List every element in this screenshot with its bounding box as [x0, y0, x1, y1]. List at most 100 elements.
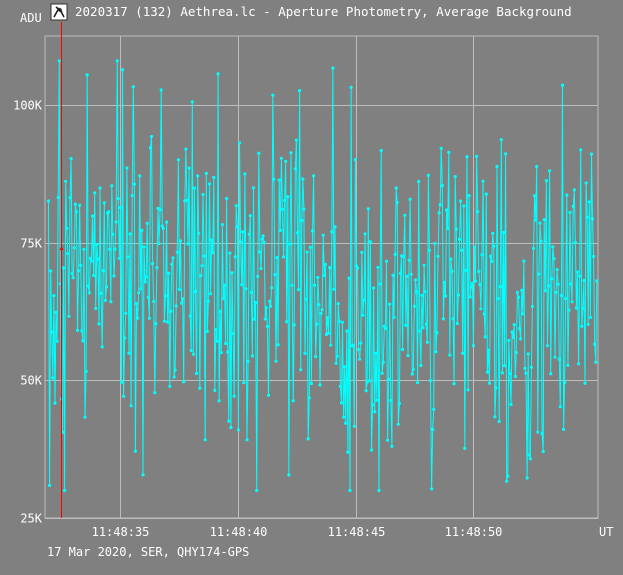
data-point — [141, 473, 145, 477]
data-point — [440, 184, 444, 188]
data-point — [73, 202, 77, 206]
data-point — [294, 138, 298, 142]
data-point — [222, 283, 227, 287]
data-point — [374, 351, 378, 355]
data-point — [448, 353, 452, 357]
data-point — [332, 287, 336, 291]
data-point — [562, 427, 566, 431]
data-point — [281, 255, 286, 259]
data-point — [548, 169, 552, 173]
data-point — [259, 266, 263, 271]
data-point — [225, 196, 229, 201]
data-point — [80, 329, 84, 333]
data-point — [244, 287, 248, 291]
data-point — [55, 339, 59, 343]
data-point — [501, 230, 506, 235]
data-point — [288, 242, 292, 246]
data-point — [462, 204, 466, 208]
data-point — [579, 148, 583, 152]
data-point — [573, 241, 578, 245]
data-point — [96, 257, 100, 261]
data-point — [56, 195, 60, 199]
data-point — [266, 393, 271, 397]
data-point — [314, 355, 318, 359]
data-point — [528, 457, 532, 461]
data-point — [221, 296, 225, 301]
data-point — [390, 444, 394, 448]
data-point — [381, 360, 385, 364]
data-point — [594, 360, 598, 364]
data-point — [242, 381, 246, 385]
data-point — [557, 357, 561, 361]
data-point — [506, 474, 510, 478]
data-point — [169, 309, 173, 313]
data-point — [363, 232, 367, 236]
data-point — [220, 223, 224, 227]
data-point — [416, 381, 420, 385]
data-point — [157, 242, 161, 246]
data-point — [166, 320, 170, 324]
data-point — [293, 167, 297, 171]
data-point — [154, 322, 158, 326]
data-point — [403, 213, 407, 217]
photometry-chart: 2020317 (132) Aethrea.lc - Aperture Phot… — [0, 0, 623, 571]
data-point — [568, 210, 572, 215]
data-point — [430, 487, 434, 491]
data-point — [83, 415, 87, 419]
data-point — [552, 257, 556, 261]
data-point — [446, 226, 450, 230]
data-point — [389, 398, 393, 403]
data-point — [256, 274, 260, 279]
data-point — [320, 308, 324, 312]
data-point — [419, 363, 423, 368]
data-point — [308, 245, 312, 249]
data-point — [292, 323, 296, 327]
data-point — [97, 322, 101, 326]
data-point — [187, 166, 191, 170]
data-point — [368, 240, 372, 244]
data-point — [516, 295, 521, 299]
data-point — [523, 366, 527, 370]
data-point — [321, 233, 325, 237]
data-point — [452, 382, 456, 386]
data-point — [307, 396, 311, 400]
data-point — [291, 399, 295, 403]
telescope-app-icon — [50, 3, 68, 21]
data-point — [439, 146, 443, 150]
data-point — [109, 300, 113, 304]
data-point — [143, 280, 147, 284]
data-point — [344, 421, 348, 425]
data-point — [92, 273, 96, 278]
data-point — [270, 286, 274, 290]
data-point — [142, 245, 146, 249]
data-point — [525, 476, 529, 480]
data-point — [499, 138, 503, 142]
data-point — [460, 248, 464, 252]
data-point — [125, 166, 129, 170]
data-point — [469, 284, 473, 289]
data-point — [159, 88, 163, 92]
data-point — [309, 381, 313, 386]
data-point — [433, 241, 437, 246]
data-point — [167, 271, 171, 275]
data-point — [447, 150, 451, 154]
data-point — [343, 365, 347, 369]
data-point — [408, 197, 412, 201]
data-point — [280, 207, 284, 211]
data-point — [279, 156, 283, 160]
light-curve-plot[interactable]: 2020317 (132) Aethrea.lc - Aperture Phot… — [0, 0, 623, 571]
data-point — [404, 323, 408, 327]
data-point — [315, 322, 319, 326]
data-point — [176, 158, 180, 162]
data-point — [170, 262, 174, 266]
data-point — [296, 288, 301, 292]
data-point — [486, 348, 491, 352]
data-point — [147, 316, 151, 320]
data-point — [89, 259, 93, 263]
data-point — [442, 280, 447, 285]
data-point — [451, 317, 455, 321]
x-tick-label: 11:48:50 — [445, 525, 503, 539]
data-point — [364, 389, 368, 393]
data-point — [476, 210, 480, 214]
data-point — [514, 350, 518, 355]
